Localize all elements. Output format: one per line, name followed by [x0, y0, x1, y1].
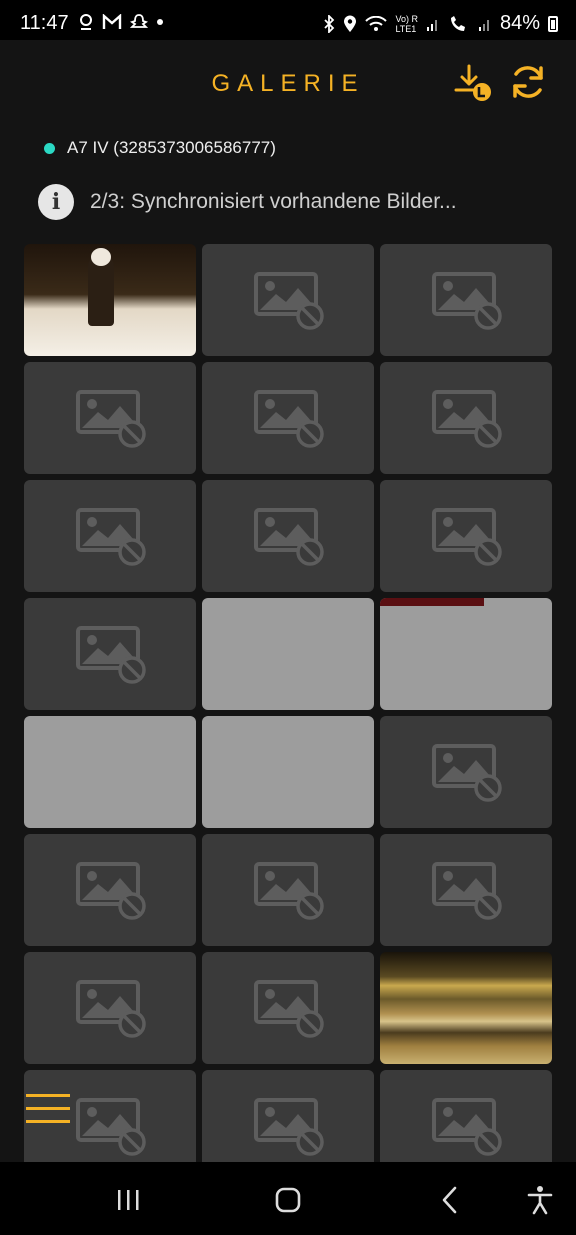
bluetooth-icon — [324, 14, 335, 33]
home-icon[interactable] — [270, 1182, 306, 1218]
image-unavailable-icon — [254, 272, 324, 330]
gallery-thumbnail[interactable] — [380, 1070, 552, 1162]
image-unavailable-icon — [254, 980, 324, 1038]
image-unavailable-icon — [76, 508, 146, 566]
gallery-thumbnail[interactable] — [24, 362, 196, 474]
volte-label: Vo) R LTE1 — [395, 13, 418, 34]
image-unavailable-icon — [76, 1098, 146, 1156]
gallery-grid — [24, 244, 552, 1162]
navigation-bar — [0, 1162, 576, 1235]
image-unavailable-icon — [76, 980, 146, 1038]
camera-label: A7 IV (3285373006586777) — [67, 138, 276, 157]
image-unavailable-icon — [254, 862, 324, 920]
image-unavailable-icon — [432, 272, 502, 330]
image-unavailable-icon — [432, 390, 502, 448]
sync-icon[interactable] — [508, 62, 548, 102]
location-pin-icon — [80, 14, 92, 30]
gallery-thumbnail[interactable] — [202, 480, 374, 592]
download-icon[interactable] — [452, 62, 492, 102]
info-icon: i — [38, 184, 74, 220]
status-bar: 11:47 Vo) R LTE1 84% — [0, 0, 576, 40]
location-icon — [344, 15, 357, 32]
gallery-thumbnail[interactable] — [24, 480, 196, 592]
gallery-thumbnail[interactable] — [202, 716, 374, 828]
gallery-scroll[interactable] — [0, 244, 576, 1162]
dot-icon — [157, 19, 163, 25]
battery-icon — [548, 15, 558, 32]
photo-subject — [88, 256, 114, 326]
gallery-thumbnail[interactable] — [24, 598, 196, 710]
gallery-thumbnail[interactable] — [380, 952, 552, 1064]
image-unavailable-icon — [432, 862, 502, 920]
camera-connection: A7 IV (3285373006586777) — [44, 138, 276, 158]
accessibility-icon[interactable] — [522, 1182, 558, 1218]
gallery-thumbnail[interactable] — [202, 952, 374, 1064]
image-unavailable-icon — [254, 508, 324, 566]
signal-2-icon — [478, 19, 489, 31]
back-icon[interactable] — [432, 1182, 468, 1218]
sync-status: i 2/3: Synchronisiert vorhandene Bilder.… — [38, 184, 457, 220]
image-unavailable-icon — [432, 1098, 502, 1156]
image-unavailable-icon — [432, 508, 502, 566]
image-unavailable-icon — [76, 862, 146, 920]
gallery-thumbnail[interactable] — [24, 716, 196, 828]
gallery-thumbnail[interactable] — [380, 244, 552, 356]
gallery-thumbnail[interactable] — [380, 716, 552, 828]
gallery-thumbnail[interactable] — [24, 244, 196, 356]
connection-status-dot — [44, 142, 55, 154]
snapchat-icon — [130, 14, 148, 28]
gallery-thumbnail[interactable] — [380, 362, 552, 474]
gallery-thumbnail[interactable] — [380, 598, 552, 710]
gallery-thumbnail[interactable] — [380, 834, 552, 946]
gallery-thumbnail[interactable] — [24, 834, 196, 946]
image-unavailable-icon — [254, 1098, 324, 1156]
gallery-thumbnail[interactable] — [202, 834, 374, 946]
photo-subject-head — [91, 248, 111, 266]
image-unavailable-icon — [432, 744, 502, 802]
gallery-thumbnail[interactable] — [202, 598, 374, 710]
gallery-thumbnail[interactable] — [202, 362, 374, 474]
image-unavailable-icon — [254, 390, 324, 448]
sync-status-text: 2/3: Synchronisiert vorhandene Bilder... — [90, 190, 457, 213]
battery-percent: 84% — [499, 12, 540, 34]
gmail-icon — [102, 14, 122, 29]
gallery-thumbnail[interactable] — [202, 244, 374, 356]
hamburger-menu-icon[interactable] — [26, 1092, 70, 1126]
notification-icons — [78, 13, 164, 31]
recents-icon[interactable] — [110, 1182, 146, 1218]
wifi-icon — [365, 15, 388, 31]
gallery-thumbnail[interactable] — [24, 952, 196, 1064]
system-icons: Vo) R LTE1 84% — [323, 12, 558, 35]
image-unavailable-icon — [76, 626, 146, 684]
wifi-call-icon — [450, 15, 465, 31]
signal-icon — [426, 19, 437, 31]
app-header: GALERIE — [0, 40, 576, 130]
gallery-thumbnail[interactable] — [202, 1070, 374, 1162]
image-unavailable-icon — [76, 390, 146, 448]
status-time: 11:47 — [20, 12, 69, 34]
gallery-thumbnail[interactable] — [380, 480, 552, 592]
